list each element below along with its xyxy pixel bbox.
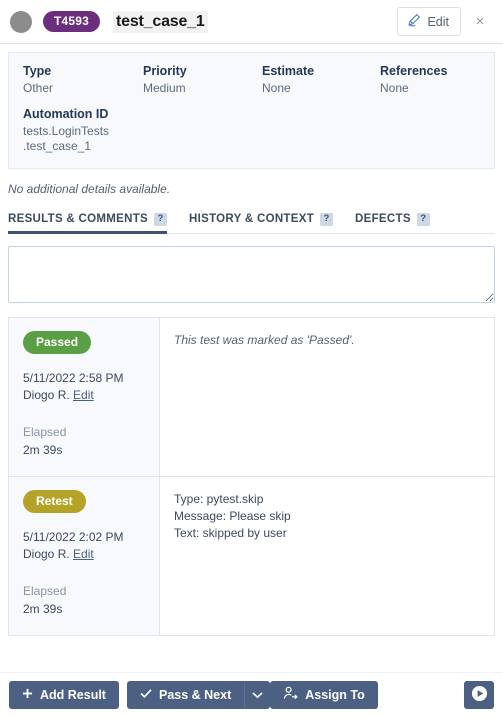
pass-and-next-split-button: Pass & Next xyxy=(126,680,271,709)
result-meta: Passed 5/11/2022 2:58 PM Diogo R. Edit E… xyxy=(9,317,160,476)
run-test-button[interactable] xyxy=(464,680,494,709)
tab-label: RESULTS & COMMENTS xyxy=(8,213,148,226)
edit-button[interactable]: Edit xyxy=(397,7,461,36)
author-name: Diogo R. xyxy=(23,546,70,561)
pencil-icon xyxy=(407,13,421,30)
status-badge: Passed xyxy=(23,330,92,354)
result-author: Diogo R. Edit xyxy=(23,547,159,561)
meta-value: None xyxy=(262,81,291,95)
tab-results-and-comments[interactable]: RESULTS & COMMENTS ? xyxy=(8,212,167,234)
case-id-badge: T4593 xyxy=(43,11,101,32)
result-row: Passed 5/11/2022 2:58 PM Diogo R. Edit E… xyxy=(9,317,494,477)
no-additional-details-note: No additional details available. xyxy=(8,181,171,196)
assign-to-button[interactable]: Assign To xyxy=(270,680,378,709)
meta-field-estimate: Estimate None xyxy=(262,64,380,95)
result-message: This test was marked as 'Passed'. xyxy=(160,317,494,476)
help-icon[interactable]: ? xyxy=(154,212,167,226)
result-detail-line: Message: Please skip xyxy=(174,508,291,523)
case-header: T4593 test_case_1 Edit × xyxy=(0,0,503,44)
assign-user-icon xyxy=(283,686,298,703)
assign-to-label: Assign To xyxy=(305,687,365,702)
chevron-down-icon[interactable] xyxy=(244,680,271,709)
tab-label: DEFECTS xyxy=(355,213,411,226)
add-result-label: Add Result xyxy=(40,687,106,702)
help-icon[interactable]: ? xyxy=(416,212,430,226)
result-details: Type: pytest.skip Message: Please skip T… xyxy=(160,476,494,635)
pass-and-next-label: Pass & Next xyxy=(158,687,232,702)
automation-id-line-2: .test_case_1 xyxy=(23,139,92,154)
action-toolbar: Add Result Pass & Next Assign To xyxy=(0,672,503,716)
result-timestamp: 5/11/2022 2:58 PM xyxy=(23,370,124,385)
meta-value: Other xyxy=(23,81,54,95)
page-title: test_case_1 xyxy=(113,10,208,33)
add-result-button[interactable]: Add Result xyxy=(9,680,119,709)
results-list: Passed 5/11/2022 2:58 PM Diogo R. Edit E… xyxy=(8,316,495,636)
meta-value: Medium xyxy=(143,81,186,95)
elapsed-value: 2m 39s xyxy=(23,442,63,457)
case-details-panel: Type Other Priority Medium Estimate None… xyxy=(8,52,495,169)
plus-icon xyxy=(22,688,33,702)
tab-defects[interactable]: DEFECTS ? xyxy=(355,212,430,234)
meta-field-priority: Priority Medium xyxy=(143,64,262,95)
result-author: Diogo R. Edit xyxy=(23,388,159,402)
automation-id-line-1: tests.LoginTests xyxy=(23,124,110,138)
status-badge: Retest xyxy=(23,489,86,513)
meta-label: Automation ID xyxy=(23,107,109,121)
meta-value: None xyxy=(380,81,409,95)
case-meta-row: Type Other Priority Medium Estimate None… xyxy=(23,64,480,95)
meta-field-automation-id: Automation ID tests.LoginTests .test_cas… xyxy=(23,107,480,155)
meta-label: Type xyxy=(23,64,52,78)
elapsed-label: Elapsed xyxy=(23,424,67,439)
play-icon xyxy=(471,685,488,705)
pass-and-next-button[interactable]: Pass & Next xyxy=(126,680,245,709)
check-icon xyxy=(140,688,152,702)
meta-label: Priority xyxy=(143,64,187,78)
edit-result-link[interactable]: Edit xyxy=(73,547,94,561)
comment-input[interactable] xyxy=(8,245,495,303)
result-detail-line: Type: pytest.skip xyxy=(174,491,264,506)
elapsed-value: 2m 39s xyxy=(23,601,63,616)
tab-label: HISTORY & CONTEXT xyxy=(189,213,315,226)
meta-field-type: Type Other xyxy=(23,64,143,95)
result-detail-line: Text: skipped by user xyxy=(174,525,287,540)
edit-result-link[interactable]: Edit xyxy=(73,388,94,402)
avatar xyxy=(10,10,32,33)
result-timestamp: 5/11/2022 2:02 PM xyxy=(23,529,124,544)
close-icon[interactable]: × xyxy=(471,13,489,31)
result-meta: Retest 5/11/2022 2:02 PM Diogo R. Edit E… xyxy=(9,476,160,635)
meta-label: Estimate xyxy=(262,64,315,78)
author-name: Diogo R. xyxy=(23,387,70,402)
result-row: Retest 5/11/2022 2:02 PM Diogo R. Edit E… xyxy=(9,476,494,635)
edit-button-label: Edit xyxy=(427,14,449,29)
tab-history-and-context[interactable]: HISTORY & CONTEXT ? xyxy=(189,212,334,234)
meta-label: References xyxy=(380,64,448,78)
tab-bar: RESULTS & COMMENTS ? HISTORY & CONTEXT ?… xyxy=(8,208,495,234)
help-icon[interactable]: ? xyxy=(320,212,334,226)
elapsed-label: Elapsed xyxy=(23,583,67,598)
meta-field-references: References None xyxy=(380,64,447,95)
